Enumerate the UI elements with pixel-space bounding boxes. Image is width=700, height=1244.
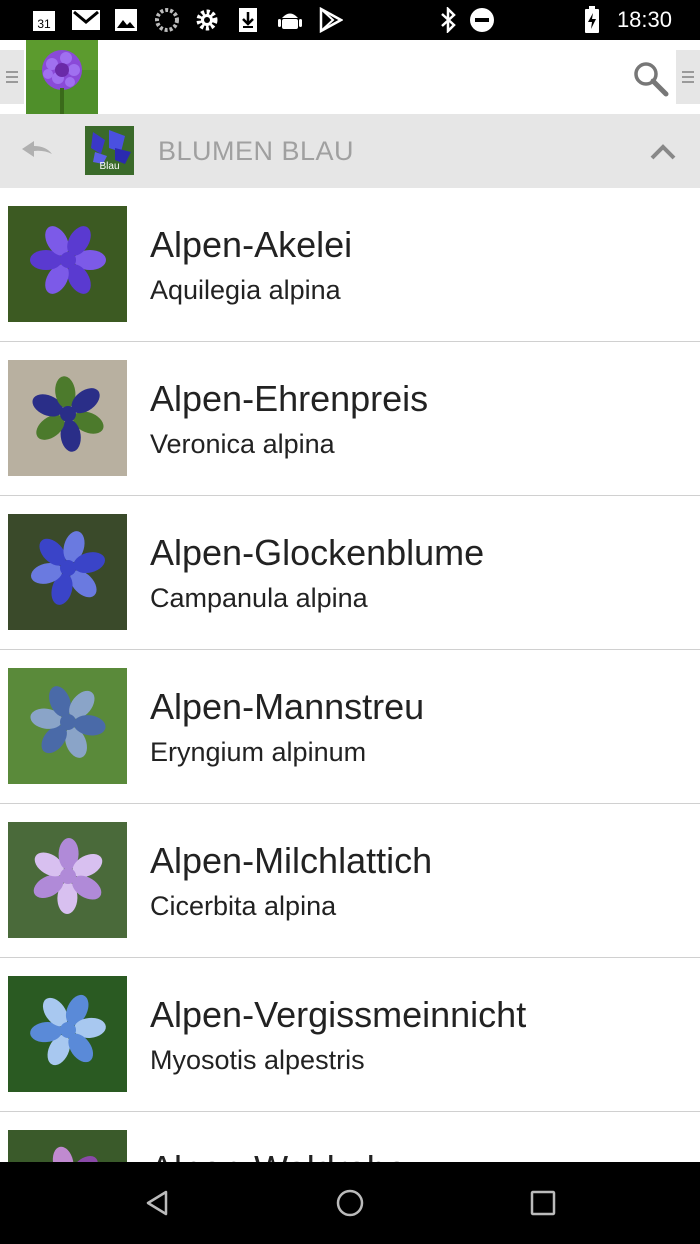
image-icon bbox=[113, 7, 139, 33]
flower-list-item[interactable]: Alpen-Glockenblume Campanula alpina bbox=[0, 496, 700, 650]
flower-name: Alpen-Akelei bbox=[150, 224, 353, 265]
loading-icon bbox=[154, 7, 180, 33]
flower-latin-name: Eryngium alpinum bbox=[150, 737, 367, 767]
flower-list-item[interactable]: Alpen-Vergissmeinnicht Myosotis alpestris bbox=[0, 958, 700, 1112]
category-thumbnail: Blau bbox=[85, 126, 134, 175]
flower-thumbnail bbox=[8, 668, 127, 784]
calendar-icon: 31 bbox=[30, 7, 58, 33]
chevron-up-icon bbox=[650, 144, 676, 160]
right-drawer-button[interactable] bbox=[676, 50, 700, 104]
flower-latin-name: Myosotis alpestris bbox=[150, 1045, 365, 1075]
download-icon bbox=[236, 7, 260, 33]
flower-name: Alpen-Waldrebe bbox=[150, 1148, 407, 1162]
flower-latin-name: Aquilegia alpina bbox=[150, 275, 341, 305]
flower-name: Alpen-Milchlattich bbox=[150, 840, 433, 881]
flower-name: Alpen-Glockenblume bbox=[150, 532, 485, 573]
flower-list-item[interactable]: Alpen-Mannstreu Eryngium alpinum bbox=[0, 650, 700, 804]
category-header: Blau BLUMEN BLAU bbox=[0, 114, 700, 188]
nav-recents-button[interactable] bbox=[526, 1186, 560, 1220]
search-icon bbox=[634, 62, 669, 97]
flower-name: Alpen-Ehrenpreis bbox=[150, 378, 429, 419]
do-not-disturb-icon bbox=[468, 7, 496, 33]
nav-recents-icon bbox=[530, 1190, 556, 1216]
flower-latin-name: Cicerbita alpina bbox=[150, 891, 337, 921]
flower-list-item[interactable]: Alpen-Ehrenpreis Veronica alpina bbox=[0, 342, 700, 496]
nav-home-icon bbox=[336, 1189, 364, 1217]
calendar-day-text: 31 bbox=[37, 17, 51, 31]
flower-list-item[interactable]: Alpen-Waldrebe bbox=[0, 1112, 700, 1162]
flower-latin-name: Campanula alpina bbox=[150, 583, 368, 613]
collapse-button[interactable] bbox=[648, 140, 678, 164]
flower-thumbnail bbox=[8, 1130, 127, 1162]
category-thumbnail-label: Blau bbox=[99, 161, 120, 172]
flower-name: Alpen-Vergissmeinnicht bbox=[150, 994, 527, 1035]
back-button[interactable] bbox=[20, 138, 56, 164]
app-bar bbox=[0, 40, 700, 115]
flower-list-item[interactable]: Alpen-Akelei Aquilegia alpina bbox=[0, 188, 700, 342]
nav-home-button[interactable] bbox=[333, 1186, 367, 1220]
back-arrow-icon bbox=[22, 141, 52, 157]
status-time: 18:30 bbox=[616, 7, 672, 32]
category-title: BLUMEN BLAU bbox=[158, 136, 355, 166]
nav-back-button[interactable] bbox=[140, 1186, 174, 1220]
status-bar: 31 18:30 bbox=[0, 0, 700, 40]
flower-list[interactable]: Alpen-Akelei Aquilegia alpina Alpen-Ehrenp… bbox=[0, 188, 700, 1162]
nav-back-icon bbox=[146, 1190, 168, 1216]
flower-thumbnail bbox=[8, 206, 127, 322]
gmail-icon bbox=[70, 7, 102, 33]
flower-name: Alpen-Mannstreu bbox=[150, 686, 425, 727]
battery-charging-icon bbox=[582, 6, 602, 33]
drawer-handle-icon bbox=[6, 71, 18, 83]
drawer-handle-icon bbox=[682, 71, 694, 83]
flower-thumbnail bbox=[8, 360, 127, 476]
android-icon bbox=[276, 7, 304, 33]
flower-list-item[interactable]: Alpen-Milchlattich Cicerbita alpina bbox=[0, 804, 700, 958]
settings-icon bbox=[194, 7, 220, 33]
navigation-bar bbox=[0, 1162, 700, 1244]
app-logo bbox=[26, 40, 98, 114]
flower-thumbnail bbox=[8, 822, 127, 938]
left-drawer-button[interactable] bbox=[0, 50, 24, 104]
flower-thumbnail bbox=[8, 976, 127, 1092]
flower-thumbnail bbox=[8, 514, 127, 630]
bluetooth-icon bbox=[436, 7, 460, 33]
search-button[interactable] bbox=[630, 58, 670, 98]
play-store-icon bbox=[317, 7, 345, 33]
flower-latin-name: Veronica alpina bbox=[150, 429, 335, 459]
